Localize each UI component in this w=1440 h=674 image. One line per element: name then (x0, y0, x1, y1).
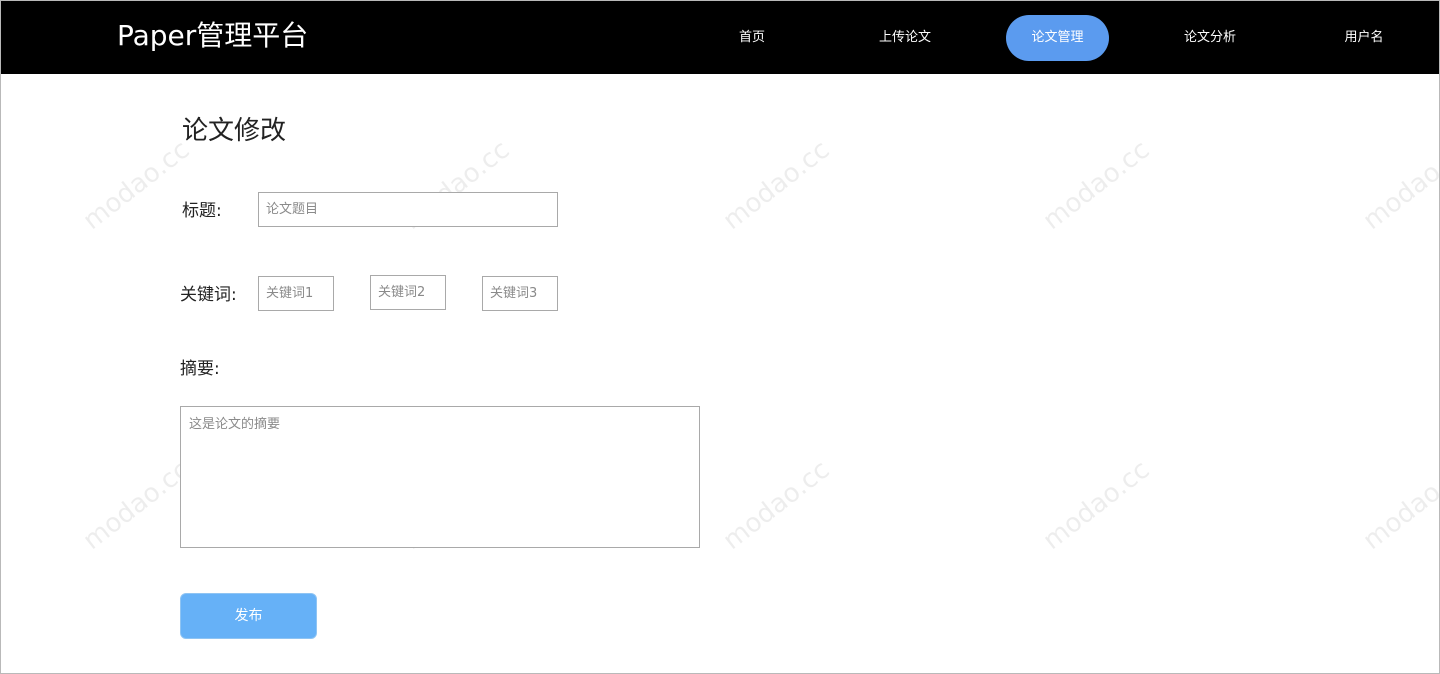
watermark: modao.cc (77, 134, 196, 236)
watermark: modao.cc (1357, 454, 1440, 556)
watermark: modao.cc (1037, 454, 1156, 556)
abstract-label: 摘要: (180, 359, 220, 379)
nav-paper-management[interactable]: 论文管理 (1006, 15, 1109, 61)
watermark: modao.cc (77, 454, 196, 556)
watermark: modao.cc (717, 134, 836, 236)
nav-upload-paper[interactable]: 上传论文 (861, 15, 949, 61)
page-title: 论文修改 (182, 116, 287, 146)
nav-home[interactable]: 首页 (716, 15, 788, 61)
app-window: modao.cc modao.cc modao.cc modao.cc moda… (0, 0, 1440, 674)
abstract-textarea[interactable] (180, 406, 700, 548)
keyword-input-2[interactable] (370, 275, 446, 310)
title-label: 标题: (182, 201, 222, 221)
nav-paper-analysis[interactable]: 论文分析 (1166, 15, 1254, 61)
keyword-input-3[interactable] (482, 276, 558, 311)
keyword-input-1[interactable] (258, 276, 334, 311)
keywords-label: 关键词: (180, 285, 237, 305)
watermark: modao.cc (717, 454, 836, 556)
top-navbar: Paper管理平台 首页 上传论文 论文管理 论文分析 用户名 (1, 1, 1439, 74)
watermark: modao.cc (1357, 134, 1440, 236)
watermark: modao.cc (1037, 134, 1156, 236)
nav-user-menu[interactable]: 用户名 (1326, 15, 1402, 61)
brand-logo[interactable]: Paper管理平台 (117, 16, 308, 56)
title-input[interactable] (258, 192, 558, 227)
publish-button[interactable]: 发布 (180, 593, 317, 639)
